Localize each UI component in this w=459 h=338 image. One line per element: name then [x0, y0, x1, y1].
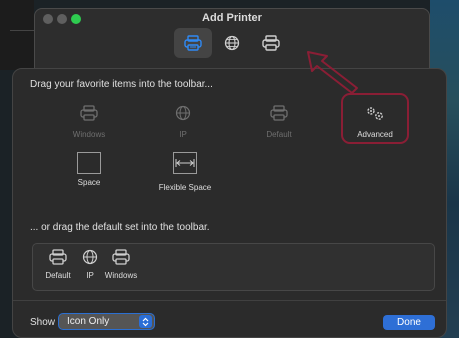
globe-icon: [82, 249, 98, 265]
printer-icon: [80, 105, 98, 121]
palette-item-space[interactable]: Space: [61, 152, 117, 187]
toolbar-item-windows[interactable]: [252, 28, 290, 58]
printer-icon: [112, 249, 130, 265]
background-window-edge: [0, 0, 34, 70]
default-set[interactable]: Default IP Windows: [32, 243, 435, 291]
chevron-up-down-icon: [139, 315, 152, 328]
background-divider: [10, 30, 34, 31]
default-set-item-windows: Windows: [102, 249, 140, 280]
palette-item-ip[interactable]: IP: [158, 105, 208, 139]
default-set-label: Windows: [104, 271, 138, 280]
printer-icon: [270, 105, 288, 121]
palette-item-label: Flexible Space: [158, 183, 212, 192]
palette-item-windows[interactable]: Windows: [59, 105, 119, 139]
show-mode-select[interactable]: Icon Only: [58, 313, 155, 330]
footer-divider: [13, 300, 446, 301]
palette-instruction: Drag your favorite items into the toolba…: [30, 79, 213, 90]
globe-icon: [224, 35, 240, 51]
annotation-arrow: [307, 51, 358, 94]
default-set-label: IP: [86, 271, 94, 280]
default-set-item-ip: IP: [78, 249, 102, 280]
palette-item-label: Windows: [72, 130, 106, 139]
window-title: Add Printer: [202, 12, 262, 24]
printer-icon: [184, 35, 202, 51]
flexible-space-icon: [173, 152, 197, 174]
palette-item-label: Default: [266, 130, 292, 139]
space-icon: [77, 152, 101, 174]
default-set-item-default: Default: [41, 249, 75, 280]
show-label: Show: [30, 317, 56, 328]
customize-toolbar-sheet: Drag your favorite items into the toolba…: [12, 68, 447, 338]
default-set-label: Default: [45, 271, 71, 280]
default-set-instruction: ... or drag the default set into the too…: [30, 222, 210, 233]
palette-item-label: Space: [77, 178, 101, 187]
toolbar-item-ip[interactable]: [213, 28, 251, 58]
palette-item-flexible-space[interactable]: Flexible Space: [153, 152, 217, 192]
palette-item-default[interactable]: Default: [254, 105, 304, 139]
palette-item-label: IP: [179, 130, 187, 139]
toolbar-item-default[interactable]: [174, 28, 212, 58]
printer-icon: [49, 249, 67, 265]
printer-icon: [262, 35, 280, 51]
done-button[interactable]: Done: [383, 315, 435, 330]
show-mode-value: Icon Only: [67, 316, 110, 327]
globe-icon: [175, 105, 191, 121]
